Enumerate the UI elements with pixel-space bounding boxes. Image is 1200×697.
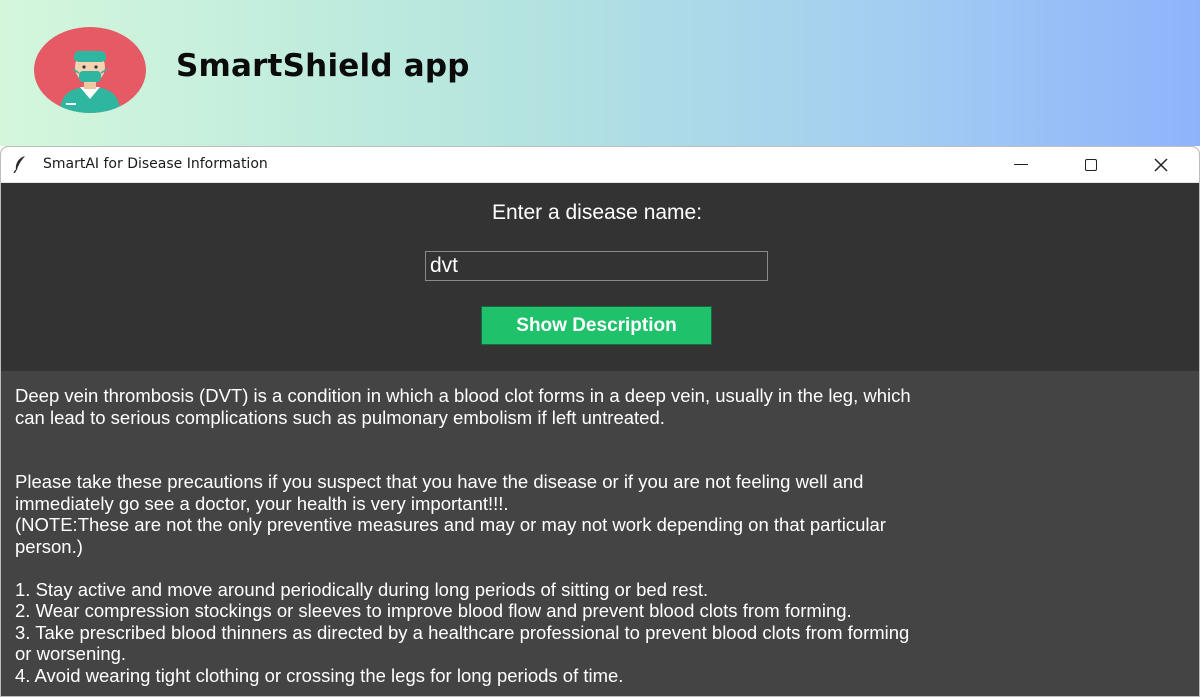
doctor-avatar-icon xyxy=(34,27,146,113)
window-title: SmartAI for Disease Information xyxy=(43,156,268,172)
maximize-button[interactable] xyxy=(1061,147,1121,182)
app-window: SmartAI for Disease Information Enter a … xyxy=(0,146,1200,697)
window-titlebar[interactable]: SmartAI for Disease Information xyxy=(1,147,1199,183)
disease-prompt-label: Enter a disease name: xyxy=(491,201,703,224)
disease-name-input[interactable] xyxy=(425,251,768,281)
show-description-button[interactable]: Show Description xyxy=(481,306,712,345)
close-button[interactable] xyxy=(1131,147,1191,182)
input-panel: Enter a disease name: Show Description xyxy=(1,183,1199,371)
app-title: SmartShield app xyxy=(176,48,470,84)
description-text[interactable]: Deep vein thrombosis (DVT) is a conditio… xyxy=(15,385,1185,686)
description-panel: Deep vein thrombosis (DVT) is a conditio… xyxy=(1,371,1199,696)
minimize-button[interactable] xyxy=(991,147,1051,182)
maximize-icon xyxy=(1085,158,1097,171)
minimize-icon xyxy=(1014,163,1028,166)
feather-icon xyxy=(13,155,27,174)
close-icon xyxy=(1154,157,1168,172)
app-banner: SmartShield app xyxy=(0,0,1200,146)
